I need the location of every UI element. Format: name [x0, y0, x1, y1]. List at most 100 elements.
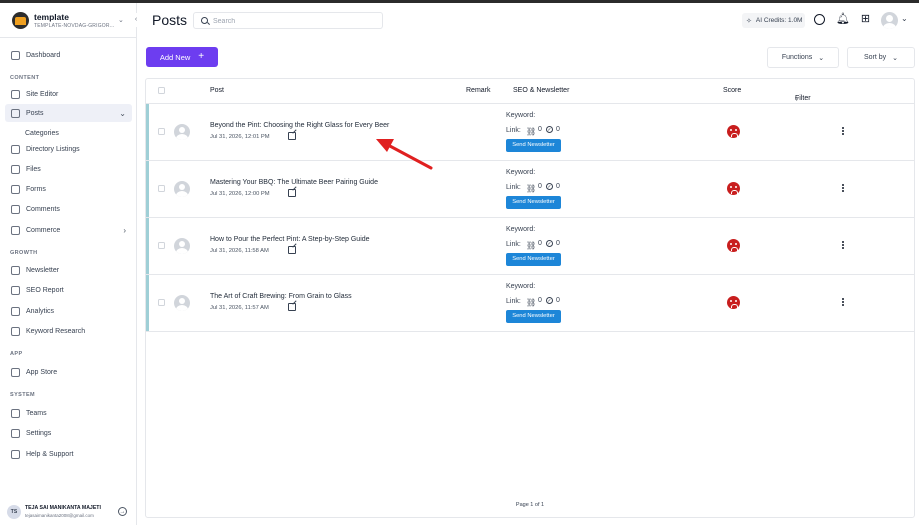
row-accent — [146, 218, 149, 274]
sidebar-item-forms[interactable]: Forms — [5, 180, 132, 198]
sidebar-item-help-support[interactable]: Help & Support — [5, 445, 132, 463]
sidebar-item-posts[interactable]: Posts ⌄ — [5, 104, 132, 122]
more-options-icon[interactable] — [840, 240, 846, 250]
sort-by-dropdown[interactable]: Sort by ⌄ — [847, 47, 915, 68]
sidebar-item-keyword-research[interactable]: Keyword Research — [5, 322, 132, 340]
keyword-label: Keyword: — [506, 226, 536, 233]
more-options-icon[interactable] — [840, 126, 846, 136]
section-label-growth: GROWTH — [10, 250, 38, 256]
chevron-down-icon: ⌄ — [818, 54, 825, 62]
row-checkbox[interactable] — [158, 299, 165, 306]
chevron-down-icon: ⌄ — [119, 108, 126, 118]
sidebar-item-dashboard[interactable]: Dashboard — [5, 46, 132, 64]
send-newsletter-button[interactable]: Send Newsletter — [506, 139, 561, 152]
gift-icon[interactable]: ⊞ — [859, 13, 872, 26]
check-count: 0 — [556, 126, 560, 133]
workspace-switcher[interactable]: template TEMPLATE-NOVDAG-GRIGOR... ⌄ — [8, 11, 132, 35]
sidebar-item-label: Posts — [26, 109, 44, 117]
column-header-seo[interactable]: SEO & Newsletter — [513, 87, 569, 94]
mail-icon — [11, 265, 20, 275]
site-editor-icon — [11, 89, 20, 99]
sidebar-item-comments[interactable]: Comments — [5, 200, 132, 218]
brand-subtitle: TEMPLATE-NOVDAG-GRIGOR... — [34, 23, 115, 29]
chat-icon[interactable] — [814, 14, 825, 25]
directory-icon — [11, 144, 20, 154]
bell-icon[interactable]: 🔔︎ — [836, 13, 850, 26]
row-checkbox[interactable] — [158, 185, 165, 192]
link-count: 0 — [538, 126, 542, 133]
sidebar-item-teams[interactable]: Teams — [5, 404, 132, 422]
sidebar-subitem-categories[interactable]: Categories — [25, 130, 59, 137]
column-header-score[interactable]: Score — [723, 87, 741, 94]
column-header-remark[interactable]: Remark — [466, 87, 491, 94]
external-link-icon[interactable] — [288, 246, 296, 254]
keyword-label: Keyword: — [506, 283, 536, 290]
functions-dropdown[interactable]: Functions ⌄ — [767, 47, 839, 68]
sidebar-item-analytics[interactable]: Analytics — [5, 302, 132, 320]
sidebar-item-newsletter[interactable]: Newsletter — [5, 261, 132, 279]
table-row[interactable]: Beyond the Pint: Choosing the Right Glas… — [146, 104, 914, 161]
sidebar-item-label: Analytics — [26, 307, 55, 315]
column-header-post[interactable]: Post — [210, 87, 224, 94]
post-thumbnail — [174, 238, 190, 254]
sidebar-item-files[interactable]: Files — [5, 160, 132, 178]
row-checkbox[interactable] — [158, 128, 165, 135]
logout-icon[interactable]: → — [118, 507, 127, 516]
sidebar-item-settings[interactable]: Settings — [5, 424, 132, 442]
more-options-icon[interactable] — [840, 183, 846, 193]
post-title[interactable]: The Art of Craft Brewing: From Grain to … — [210, 293, 352, 300]
sidebar-divider — [0, 37, 137, 38]
post-title[interactable]: Beyond the Pint: Choosing the Right Glas… — [210, 122, 389, 129]
check-circle-icon: ✓ — [546, 126, 553, 133]
check-count: 0 — [556, 240, 560, 247]
sidebar-item-app-store[interactable]: App Store — [5, 363, 132, 381]
forms-icon — [11, 184, 20, 194]
user-avatar[interactable] — [881, 12, 898, 29]
sidebar-item-seo-report[interactable]: SEO Report — [5, 281, 132, 299]
check-circle-icon: ✓ — [546, 183, 553, 190]
row-checkbox[interactable] — [158, 242, 165, 249]
search-icon — [201, 17, 208, 24]
gear-icon — [11, 428, 20, 438]
dashboard-icon — [11, 50, 20, 60]
sidebar-item-directory-listings[interactable]: Directory Listings — [5, 140, 132, 158]
sidebar-item-label: Dashboard — [26, 51, 61, 59]
send-newsletter-button[interactable]: Send Newsletter — [506, 310, 561, 323]
chevron-down-icon: ⌄ — [892, 54, 899, 62]
post-title[interactable]: How to Pour the Perfect Pint: A Step-by-… — [210, 236, 370, 243]
table-row[interactable]: The Art of Craft Brewing: From Grain to … — [146, 275, 914, 332]
more-options-icon[interactable] — [840, 297, 846, 307]
sidebar-item-label: Site Editor — [26, 90, 59, 98]
post-title[interactable]: Mastering Your BBQ: The Ultimate Beer Pa… — [210, 179, 378, 186]
send-newsletter-button[interactable]: Send Newsletter — [506, 253, 561, 266]
post-thumbnail — [174, 295, 190, 311]
sidebar-item-commerce[interactable]: Commerce › — [5, 221, 132, 239]
user-footer[interactable]: TS TEJA SAI MANIKANTA MAJETI tejasaimani… — [0, 500, 137, 525]
user-email: tejasaimanikanta2008@gmail.com — [25, 513, 94, 518]
magic-wand-icon: ✧ — [746, 17, 752, 25]
add-new-button[interactable]: Add New + — [146, 47, 218, 67]
table-row[interactable]: Mastering Your BBQ: The Ultimate Beer Pa… — [146, 161, 914, 218]
external-link-icon[interactable] — [288, 132, 296, 140]
chevron-down-icon[interactable]: ⌄ — [901, 14, 908, 23]
external-link-icon[interactable] — [288, 189, 296, 197]
check-circle-icon: ✓ — [546, 240, 553, 247]
search-box[interactable] — [193, 12, 383, 29]
row-accent — [146, 275, 149, 331]
table-row[interactable]: How to Pour the Perfect Pint: A Step-by-… — [146, 218, 914, 275]
search-input[interactable] — [213, 15, 373, 27]
posts-table: Post Remark SEO & Newsletter Score ▿ Fil… — [145, 78, 915, 518]
ai-credits-badge[interactable]: ✧ AI Credits: 1.0M — [742, 13, 805, 28]
post-date: Jul 31, 2026, 11:57 AM — [210, 305, 269, 311]
comment-icon — [11, 204, 20, 214]
external-link-icon[interactable] — [288, 303, 296, 311]
link-label: Link: — [506, 184, 521, 191]
select-all-checkbox[interactable] — [158, 87, 165, 94]
user-name: TEJA SAI MANIKANTA MAJETI — [25, 505, 101, 511]
filter-label: Filter — [795, 95, 811, 102]
check-count: 0 — [556, 297, 560, 304]
collapse-sidebar-button[interactable]: ‹ — [131, 13, 141, 27]
send-newsletter-button[interactable]: Send Newsletter — [506, 196, 561, 209]
sidebar-item-site-editor[interactable]: Site Editor — [5, 85, 132, 103]
help-icon — [11, 449, 20, 459]
